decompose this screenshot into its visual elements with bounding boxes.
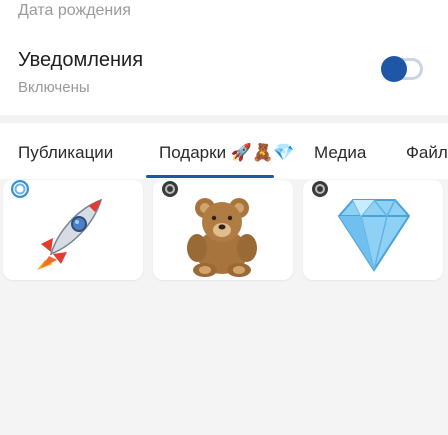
tab-gifts[interactable]: Подарки 🚀🧸💎 [159,143,294,163]
toggle-knob [381,56,407,82]
tab-publications[interactable]: Публикации [18,143,113,163]
tab-media[interactable]: Медиа [314,143,366,163]
teddy-bear-icon [187,198,257,277]
gift-card-teddy-bear[interactable] [153,180,293,280]
gift-card-rocket[interactable] [3,180,143,280]
section-divider [0,115,448,123]
tab-files[interactable]: Файлы [406,143,448,163]
gem-icon [337,198,411,272]
notifications-title[interactable]: Уведомления [18,49,143,72]
blue-ring-badge-icon [11,180,29,198]
notifications-toggle[interactable] [381,56,423,82]
gift-card-gem[interactable] [303,180,443,280]
profile-tabs: Публикации Подарки 🚀🧸💎 Медиа Файлы [0,123,448,179]
rocket-icon [37,198,103,270]
active-tab-indicator [146,175,274,178]
dob-label: Дата рождения [18,2,131,19]
dark-dot-badge-icon [312,181,328,197]
profile-settings-section: Дата рождения Уведомления Включены [0,0,448,115]
notifications-status: Включены [18,79,90,96]
